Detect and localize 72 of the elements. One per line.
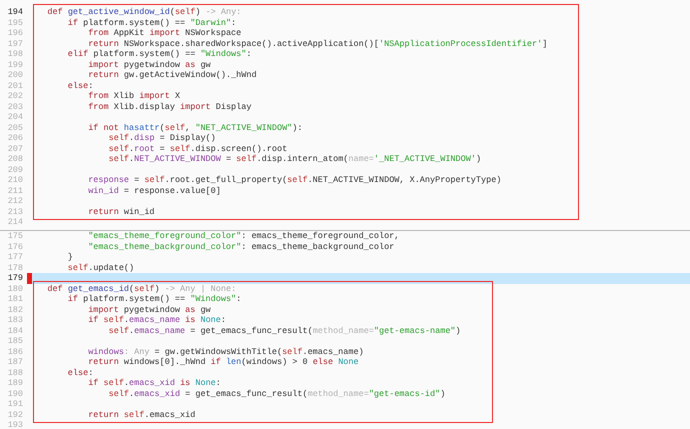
code-line: windows: Any = gw.getWindowsWithTitle(self.emacs_name) [87,346,365,357]
code-line: from Xlib import X [87,91,182,102]
line-number: 206 [6,133,24,144]
code-line: "emacs_theme_foreground_color": emacs_theme_foreground_color, [87,231,400,242]
line-number: 185 [6,336,24,346]
code-line: self.NET_ACTIVE_WINDOW = self.disp.intern_atom(name='_NET_ACTIVE_WINDOW') [108,154,482,164]
line-number: 200 [6,70,24,80]
line-number: 202 [6,91,24,102]
code-line: def get_emacs_id(self) -> Any | None: [46,284,238,294]
code-line: response = self.root.get_full_property(self.NET_ACTIVE_WINDOW, X.AnyPropertyType) [87,175,502,186]
code-line: import pygetwindow as gw [87,60,212,70]
line-number: 191 [6,399,24,410]
line-number: 195 [6,18,24,28]
code-line: win_id = response.value[0] [87,186,222,196]
line-number: 194 [6,7,24,18]
code-line: else: [66,368,94,378]
line-number: 210 [6,175,24,186]
line-number: 177 [6,252,24,262]
code-line: self.root = self.disp.screen().root [108,144,288,154]
code-line: from AppKit import NSWorkspace [87,28,242,38]
code-line: if platform.system() == "Windows": [66,294,242,304]
code-line: import pygetwindow as gw [87,304,212,315]
line-number: 203 [6,102,24,112]
line-number: 184 [6,326,24,336]
line-number: 175 [6,231,24,242]
line-number: 179 [6,273,24,284]
line-number: 205 [6,122,24,133]
line-number: 211 [6,186,24,196]
line-number: 199 [6,60,24,70]
line-number: 187 [6,357,24,368]
line-number: 190 [6,388,24,399]
line-number: 197 [6,38,24,49]
line-number: 208 [6,154,24,164]
code-line: if self.emacs_name is None: [87,315,227,326]
code-line: return NSWorkspace.sharedWorkspace().activeApplication()['NSApplicationProcessIdentifier'] [87,38,548,49]
line-number: 207 [6,144,24,154]
line-number: 183 [6,315,24,326]
line-number: 204 [6,112,24,122]
line-number: 209 [6,164,24,175]
code-line: return gw.getActiveWindow()._hWnd [88,70,258,80]
line-number: 214 [6,217,24,228]
code-line: if not hasattr(self, "NET_ACTIVE_WINDOW"): [87,122,304,133]
line-number: 198 [6,49,24,60]
code-line: return self.emacs_xid [87,410,196,420]
code-line: return windows[0]._hWnd if len(windows) > 0 else None [88,357,360,368]
code-line: self.emacs_name = get_emacs_func_result(method_name="get-emacs-name") [108,326,461,336]
line-number: 193 [6,420,24,429]
code-line: self.disp = Display() [108,133,217,144]
line-number: 213 [6,206,24,217]
line-number: 201 [6,80,24,91]
line-number: 212 [6,196,24,206]
code-line: self.emacs_xid = get_emacs_func_result(method_name="get-emacs-id") [108,388,446,399]
code-line: elif platform.system() == "Windows": [66,49,252,60]
line-number: 178 [6,262,24,273]
code-line: } [66,252,74,262]
line-number: 180 [6,284,24,294]
line-number: 192 [6,410,24,420]
code-line: self.update() [66,262,136,273]
line-number: 189 [6,378,24,388]
code-line: if platform.system() == "Darwin": [66,18,238,28]
code-line: return win_id [87,206,156,217]
line-number: 196 [6,28,24,38]
line-number: 188 [6,368,24,378]
code-line: "emacs_theme_background_color": emacs_theme_background_color [87,242,396,252]
code-line: else: [66,80,94,91]
line-number: 182 [6,304,24,315]
line-number: 186 [6,346,24,357]
line-number: 176 [6,242,24,252]
code-line: from Xlib.display import Display [87,102,252,112]
code-line: def get_active_window_id(self) -> Any: [46,7,242,18]
code-line: if self.emacs_xid is None: [87,378,222,388]
line-number: 181 [6,294,24,304]
